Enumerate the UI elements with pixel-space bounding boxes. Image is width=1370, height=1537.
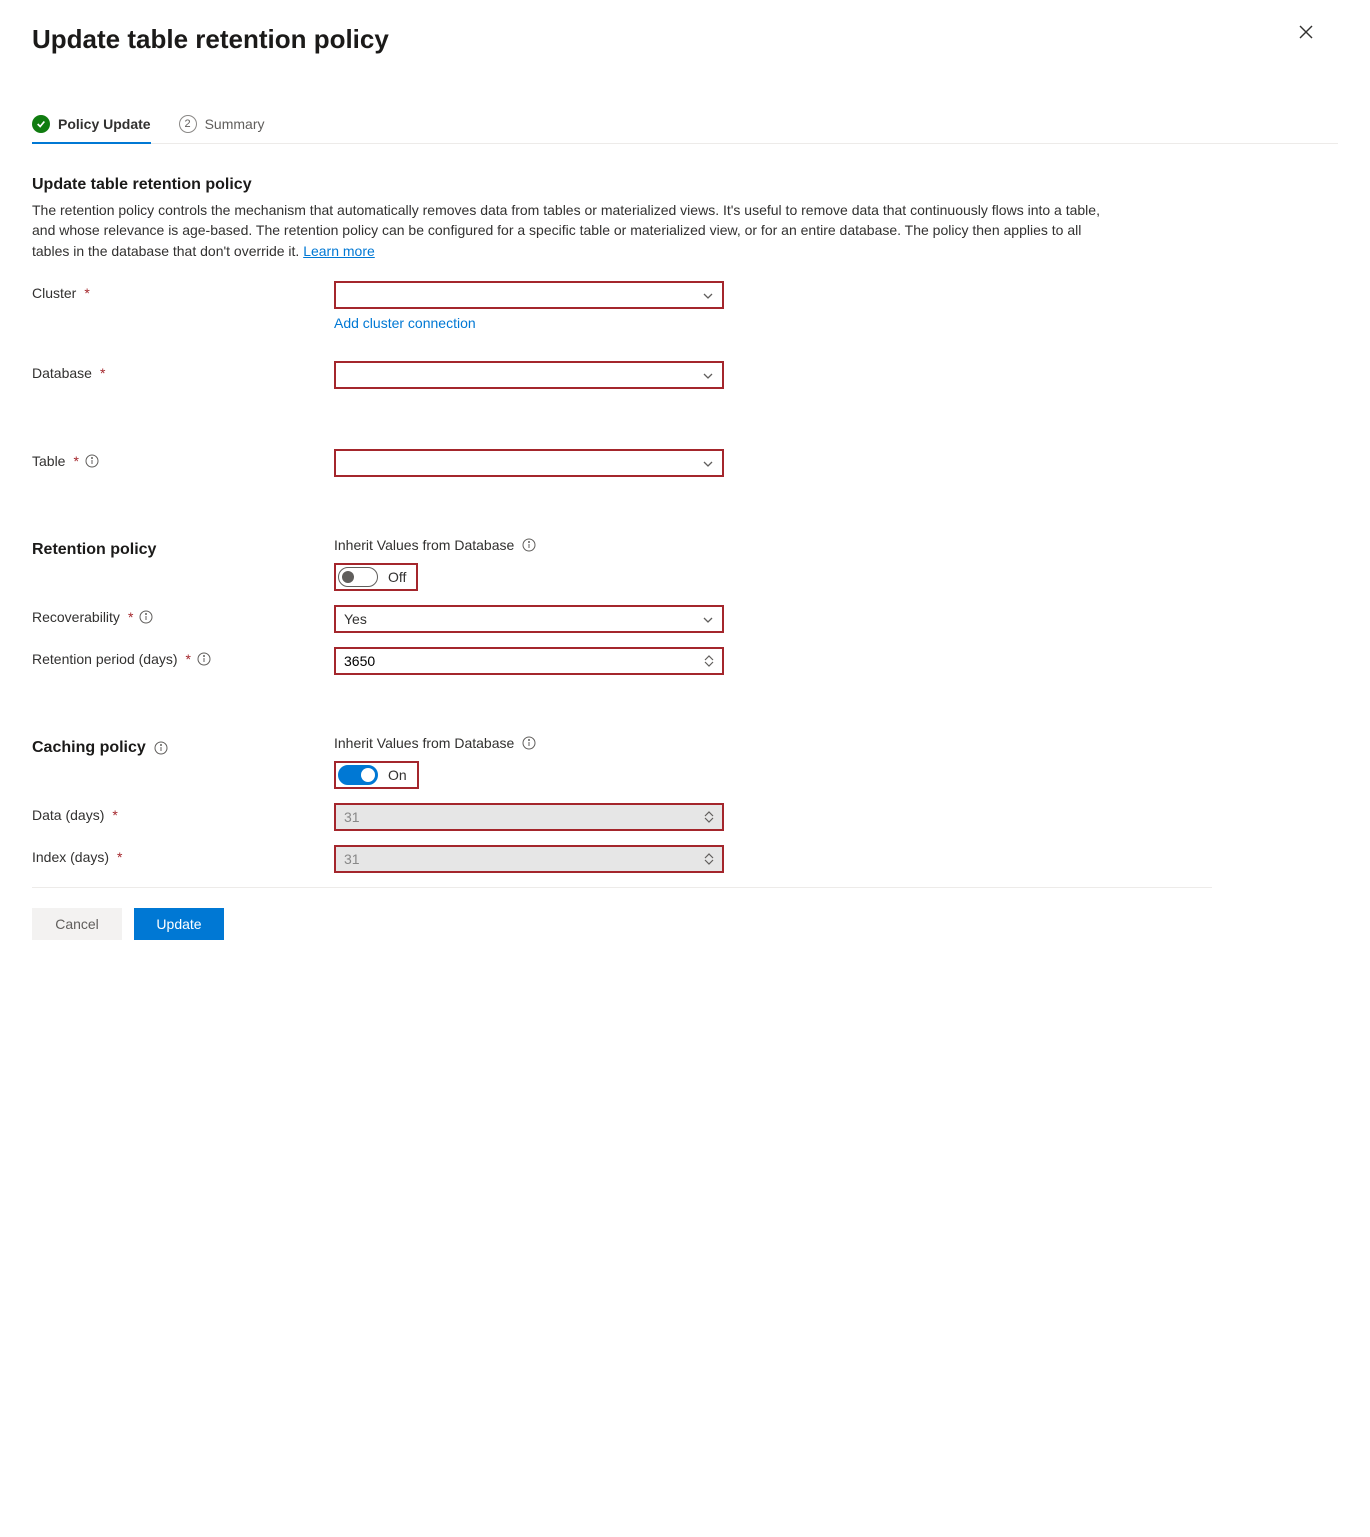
chevron-down-icon (702, 613, 714, 625)
retention-period-input[interactable] (334, 647, 724, 675)
recoverability-dropdown[interactable]: Yes (334, 605, 724, 633)
recoverability-value: Yes (344, 611, 702, 627)
data-days-label: Data (days) (32, 807, 104, 823)
data-days-input (334, 803, 724, 831)
inherit-retention-toggle[interactable]: Off (334, 563, 418, 591)
required-marker: * (73, 453, 78, 469)
check-circle-icon (32, 115, 50, 133)
info-icon[interactable] (197, 652, 211, 666)
chevron-down-icon (704, 817, 714, 823)
learn-more-link[interactable]: Learn more (303, 243, 375, 259)
data-days-value (344, 809, 704, 825)
table-dropdown[interactable] (334, 449, 724, 477)
section-title: Update table retention policy (32, 176, 1212, 194)
tab-policy-update[interactable]: Policy Update (32, 115, 151, 143)
recoverability-label: Recoverability (32, 609, 120, 625)
tab-label: Summary (205, 116, 265, 132)
required-marker: * (117, 849, 122, 865)
required-marker: * (100, 365, 105, 381)
retention-policy-heading: Retention policy (32, 541, 156, 559)
index-days-input (334, 845, 724, 873)
tab-summary[interactable]: 2 Summary (179, 115, 265, 143)
inherit-caching-label: Inherit Values from Database (334, 735, 514, 751)
chevron-down-icon (702, 369, 714, 381)
database-dropdown[interactable] (334, 361, 724, 389)
chevron-down-icon (704, 859, 714, 865)
inherit-caching-toggle[interactable]: On (334, 761, 419, 789)
step-number-icon: 2 (179, 115, 197, 133)
cluster-dropdown[interactable] (334, 281, 724, 309)
chevron-down-icon (702, 457, 714, 469)
cancel-button[interactable]: Cancel (32, 908, 122, 940)
number-spinner (704, 811, 714, 823)
info-icon[interactable] (154, 741, 168, 755)
number-spinner (704, 853, 714, 865)
toggle-off-icon (338, 567, 378, 587)
info-icon[interactable] (522, 736, 536, 750)
chevron-down-icon (702, 289, 714, 301)
index-days-label: Index (days) (32, 849, 109, 865)
info-icon[interactable] (85, 454, 99, 468)
inherit-retention-label: Inherit Values from Database (334, 537, 514, 553)
toggle-state-label: On (388, 767, 407, 783)
number-spinner[interactable] (704, 655, 714, 667)
toggle-on-icon (338, 765, 378, 785)
page-title: Update table retention policy (32, 24, 389, 55)
retention-period-label: Retention period (days) (32, 651, 178, 667)
required-marker: * (186, 651, 191, 667)
update-button[interactable]: Update (134, 908, 224, 940)
info-icon[interactable] (522, 538, 536, 552)
caching-policy-heading: Caching policy (32, 739, 168, 757)
close-icon[interactable] (1298, 24, 1314, 40)
retention-period-value[interactable] (344, 653, 704, 669)
toggle-state-label: Off (388, 569, 406, 585)
index-days-value (344, 851, 704, 867)
section-description: The retention policy controls the mechan… (32, 200, 1122, 261)
add-cluster-connection-link[interactable]: Add cluster connection (334, 315, 476, 331)
table-label: Table (32, 453, 65, 469)
required-marker: * (128, 609, 133, 625)
tab-label: Policy Update (58, 116, 151, 132)
step-tabs: Policy Update 2 Summary (32, 115, 1338, 144)
info-icon[interactable] (139, 610, 153, 624)
required-marker: * (112, 807, 117, 823)
chevron-down-icon (704, 661, 714, 667)
cluster-label: Cluster (32, 285, 76, 301)
required-marker: * (84, 285, 89, 301)
database-label: Database (32, 365, 92, 381)
